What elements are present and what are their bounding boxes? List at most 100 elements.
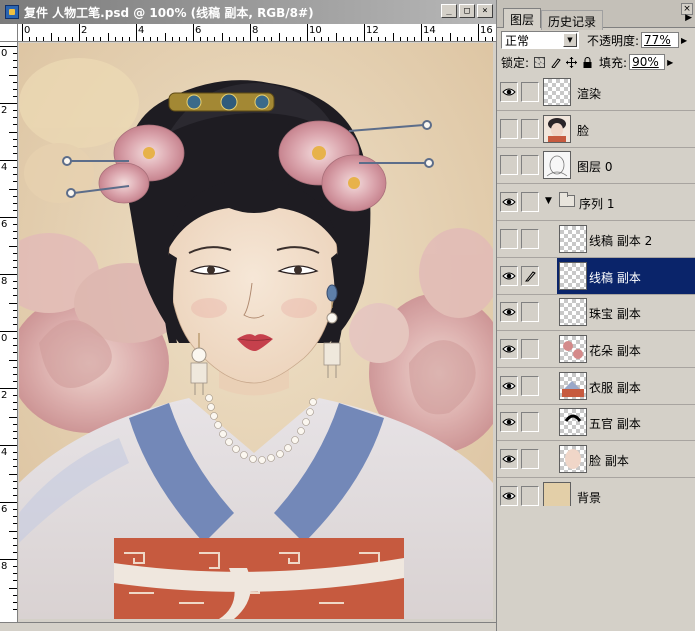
- close-button[interactable]: ×: [477, 4, 493, 18]
- layer-visibility-toggle[interactable]: [500, 485, 518, 506]
- layer-visibility-toggle[interactable]: [500, 228, 518, 249]
- layer-item[interactable]: 衣服 副本: [557, 368, 695, 404]
- lock-move-icon[interactable]: [566, 56, 578, 68]
- layer-visibility-toggle[interactable]: [500, 412, 518, 433]
- minimize-button[interactable]: _: [441, 4, 457, 18]
- layer-row[interactable]: 五官 副本: [497, 404, 695, 442]
- opacity-input[interactable]: 77%: [641, 32, 680, 48]
- ruler-subtick: [13, 608, 17, 610]
- blend-mode-select[interactable]: 正常 ▼: [501, 31, 579, 49]
- ruler-origin[interactable]: [0, 24, 18, 42]
- layer-item[interactable]: 图层 0: [541, 147, 695, 183]
- layer-link-toggle[interactable]: [521, 228, 539, 249]
- layer-row[interactable]: 花朵 副本: [497, 331, 695, 368]
- horizontal-scrollbar[interactable]: [0, 622, 496, 631]
- layer-visibility-toggle[interactable]: [500, 302, 518, 323]
- layer-row[interactable]: 脸: [497, 111, 695, 148]
- layer-row[interactable]: 线稿 副本 2: [497, 221, 695, 258]
- layer-visibility-toggle[interactable]: [500, 155, 518, 176]
- ruler-vertical[interactable]: 0 2 4 6 8 0 2 4 6 8: [0, 42, 18, 622]
- layer-row[interactable]: 渲染: [497, 74, 695, 111]
- document-titlebar[interactable]: 复件 人物工笔.psd @ 100% (线稿 副本, RGB/8#) _ □ ×: [0, 0, 496, 24]
- ruler-label: 6: [195, 25, 202, 36]
- layer-visibility-toggle[interactable]: [500, 192, 518, 213]
- layer-link-toggle[interactable]: [521, 155, 539, 176]
- ruler-subtick: [13, 423, 17, 425]
- tab-history[interactable]: 历史记录: [541, 10, 604, 30]
- layer-link-toggle[interactable]: [521, 265, 539, 286]
- layer-link-toggle[interactable]: [521, 449, 539, 469]
- layer-row[interactable]: 图层 0: [497, 147, 695, 185]
- layer-visibility-toggle[interactable]: [500, 82, 518, 102]
- layer-visibility-toggle[interactable]: [500, 338, 518, 359]
- ruler-subtick: [9, 587, 17, 589]
- fill-input[interactable]: 90%: [629, 54, 666, 70]
- layer-visibility-toggle[interactable]: [500, 118, 518, 139]
- opacity-slider-arrow-icon[interactable]: ▶: [681, 36, 687, 45]
- ruler-subtick: [13, 266, 17, 268]
- layer-item[interactable]: 五官 副本: [557, 404, 695, 440]
- ruler-subtick: [371, 37, 373, 41]
- ruler-subtick: [93, 37, 95, 41]
- layer-item[interactable]: 花朵 副本: [557, 331, 695, 367]
- ruler-tick: [421, 24, 422, 41]
- ruler-subtick: [100, 37, 102, 41]
- layer-group[interactable]: ▼ 序列 1: [541, 184, 695, 220]
- layer-row[interactable]: 珠宝 副本: [497, 294, 695, 332]
- panel-menu-arrow-icon[interactable]: ▶: [685, 13, 692, 23]
- layer-item[interactable]: 渲染: [541, 74, 695, 110]
- layer-link-toggle[interactable]: [521, 82, 539, 102]
- layer-link-toggle[interactable]: [521, 192, 539, 213]
- ruler-tick: [0, 103, 17, 104]
- ruler-subtick: [13, 459, 17, 461]
- ruler-subtick: [492, 37, 494, 41]
- layer-thumbnail: [543, 114, 571, 143]
- ruler-subtick: [13, 316, 17, 318]
- layer-visibility-toggle[interactable]: [500, 375, 518, 396]
- fill-label: 填充:: [599, 55, 628, 70]
- layer-item[interactable]: 线稿 副本: [557, 257, 695, 294]
- ruler-subtick: [285, 37, 287, 41]
- layer-visibility-toggle[interactable]: [500, 449, 518, 469]
- ruler-label: 4: [1, 162, 8, 173]
- image-canvas[interactable]: [19, 43, 493, 619]
- ruler-subtick: [13, 601, 17, 603]
- ruler-subtick: [9, 131, 17, 133]
- layer-name: 序列 1: [579, 197, 615, 212]
- layer-row[interactable]: 线稿 副本: [497, 257, 695, 295]
- lock-transparency-icon[interactable]: [534, 56, 546, 68]
- ruler-subtick: [13, 60, 17, 62]
- ruler-subtick: [328, 37, 330, 41]
- ruler-subtick: [128, 37, 130, 41]
- lock-brush-icon[interactable]: [550, 57, 561, 69]
- layer-link-toggle[interactable]: [521, 375, 539, 396]
- tab-layers[interactable]: 图层: [503, 8, 542, 28]
- group-expand-chevron-icon[interactable]: ▼: [545, 196, 552, 206]
- lock-all-icon[interactable]: [582, 56, 593, 68]
- layer-item[interactable]: 珠宝 副本: [557, 294, 695, 330]
- layer-link-toggle[interactable]: [521, 118, 539, 139]
- layer-link-toggle[interactable]: [521, 412, 539, 433]
- ruler-subtick: [107, 33, 109, 41]
- layer-row[interactable]: 脸 副本: [497, 441, 695, 478]
- fill-slider-arrow-icon[interactable]: ▶: [667, 58, 673, 67]
- ruler-subtick: [271, 37, 273, 41]
- layer-item[interactable]: 脸 副本: [557, 441, 695, 477]
- ruler-subtick: [13, 523, 17, 525]
- ruler-subtick: [114, 37, 116, 41]
- ruler-horizontal[interactable]: 0 2 4 6 8 10 12 14 16: [18, 24, 496, 42]
- layer-thumbnail: [559, 445, 587, 473]
- paintbrush-icon: [524, 270, 536, 281]
- ruler-tick: [307, 24, 308, 41]
- layer-row[interactable]: 衣服 副本: [497, 368, 695, 405]
- layer-visibility-toggle[interactable]: [500, 265, 518, 286]
- layer-row[interactable]: ▼ 序列 1: [497, 184, 695, 222]
- layer-link-toggle[interactable]: [521, 338, 539, 359]
- layer-item[interactable]: 线稿 副本 2: [557, 221, 695, 257]
- maximize-button[interactable]: □: [459, 4, 475, 18]
- ruler-subtick: [13, 437, 17, 439]
- layer-link-toggle[interactable]: [521, 485, 539, 506]
- document-window: 复件 人物工笔.psd @ 100% (线稿 副本, RGB/8#) _ □ ×…: [0, 0, 496, 631]
- layer-item[interactable]: 脸: [541, 111, 695, 147]
- layer-link-toggle[interactable]: [521, 302, 539, 323]
